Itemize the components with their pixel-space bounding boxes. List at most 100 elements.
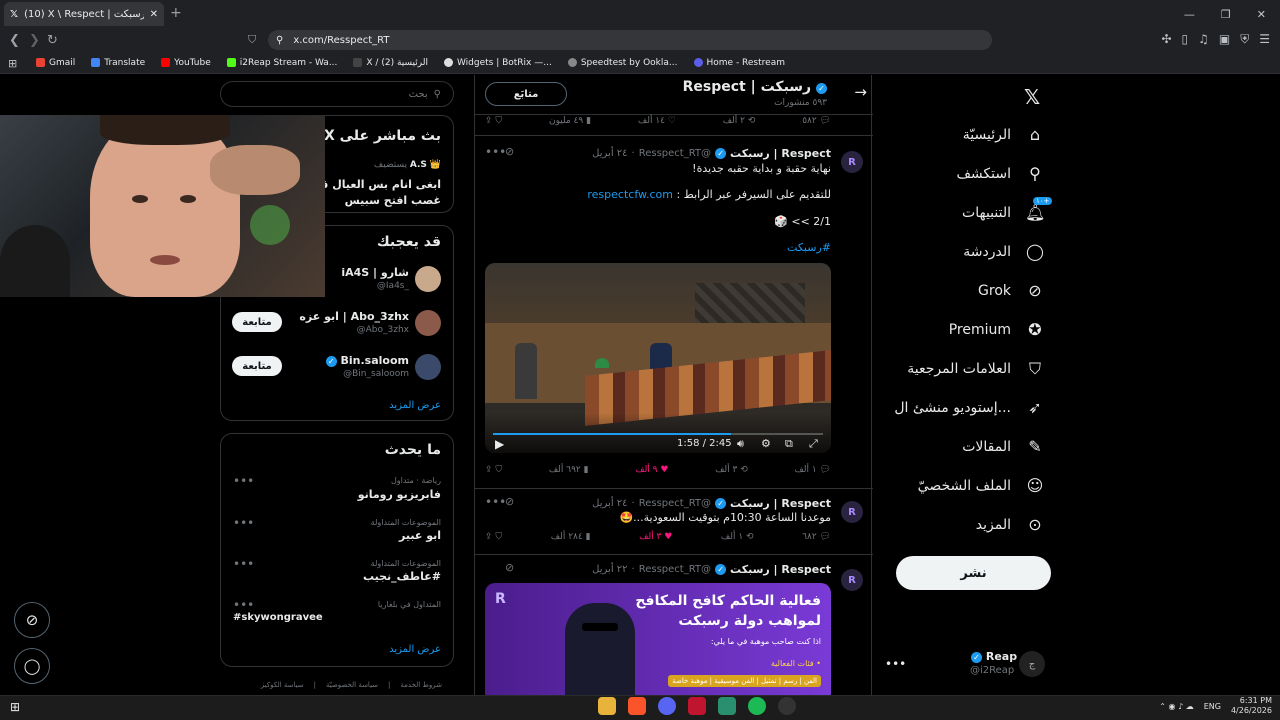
trend-name[interactable]: #عاطف_نجيب xyxy=(363,570,441,583)
hashtag[interactable]: #رسبكت xyxy=(787,241,831,254)
bookmark-page-icon[interactable]: ⛉ xyxy=(248,33,256,47)
bookmark-kick[interactable]: i2Reap Stream - Wa... xyxy=(226,58,337,68)
nav-explore[interactable]: استكشف ⚲ xyxy=(956,164,1045,183)
nav-notifications[interactable]: التنبيهات 🔔︎ ١٠+ xyxy=(962,197,1053,222)
nav-premium[interactable]: Premium ✪ xyxy=(949,320,1045,339)
menu-icon[interactable]: ☰ xyxy=(1259,32,1270,47)
back-icon[interactable]: ❮ xyxy=(9,33,20,48)
close-window-icon[interactable]: ✕ xyxy=(1257,8,1266,21)
trend-more-icon[interactable]: ••• xyxy=(233,474,254,488)
brave-icon[interactable] xyxy=(628,697,646,715)
language-indicator[interactable]: ENG xyxy=(1204,702,1221,711)
app-icon[interactable] xyxy=(688,697,706,715)
show-more-link[interactable]: عرض المزيد xyxy=(389,644,441,655)
nav-more[interactable]: المزيد ⊙ xyxy=(976,515,1045,534)
trend-more-icon[interactable]: ••• xyxy=(233,557,254,571)
account-switcher[interactable]: ••• ✓ Reap @i2Reap ج xyxy=(885,647,1055,687)
bookmark-botrix[interactable]: Widgets | BotRix —... xyxy=(443,58,552,68)
tweet[interactable]: R Respect | رسبكت ✓ @Resspect_RT · ٢٤ أبريل… xyxy=(475,135,873,489)
sidebar-icon[interactable]: ▯ xyxy=(1182,32,1189,47)
restore-icon[interactable]: ❐ xyxy=(1221,8,1231,21)
apps-grid-icon[interactable]: ⊞ xyxy=(8,57,17,70)
nav-studio[interactable]: إستوديو منشئ ال... ➶ xyxy=(894,398,1045,417)
settings-icon[interactable]: ⚙ xyxy=(761,437,771,450)
bookmark-action[interactable]: ⛉ ⇪ xyxy=(485,532,502,542)
follow-button[interactable]: متابعة xyxy=(232,356,282,376)
puzzle-icon[interactable]: ✣ xyxy=(1161,32,1171,47)
play-icon[interactable]: ▶ xyxy=(495,437,504,451)
site-info-icon[interactable]: ⚲ xyxy=(276,35,283,46)
bookmark-gmail[interactable]: Gmail xyxy=(36,58,75,68)
reply-action[interactable]: 💬︎ ٦٨٢ xyxy=(802,532,831,542)
x-logo-icon[interactable]: 𝕏 xyxy=(1024,85,1040,109)
tray-icons[interactable]: ⌃ ◉ ♪ ☁ xyxy=(1159,702,1193,711)
tweet-more-icon[interactable]: ••• xyxy=(485,145,506,159)
tweet-link[interactable]: respectcfw.com xyxy=(587,188,673,201)
clock[interactable]: 6:31 PM 4/26/2026 xyxy=(1231,696,1272,716)
discord-icon[interactable] xyxy=(658,697,676,715)
show-more-link[interactable]: عرض المزيد xyxy=(389,400,441,411)
obs-icon[interactable] xyxy=(778,697,796,715)
messages-float-icon[interactable]: ◯ xyxy=(14,648,50,684)
reply-action[interactable]: 💬︎ ١ ألف xyxy=(794,465,831,475)
trend-more-icon[interactable]: ••• xyxy=(233,598,254,612)
volume-icon[interactable]: 🔊︎ xyxy=(737,437,744,451)
bookmark-speedtest[interactable]: Speedtest by Ookla... xyxy=(567,58,678,68)
bookmark-translate[interactable]: Translate xyxy=(91,58,145,68)
tweet-more-icon[interactable]: ••• xyxy=(485,495,506,509)
forward-icon[interactable]: ❯ xyxy=(29,33,40,48)
like-action[interactable]: ♡ ١٤ ألف xyxy=(638,116,676,126)
trend-name[interactable]: ابو عبير xyxy=(399,529,441,542)
pip-icon[interactable]: ⧉ xyxy=(785,437,793,451)
new-tab-button[interactable]: + xyxy=(170,5,182,21)
address-bar[interactable]: ⚲ x.com/Resspect_RT xyxy=(268,30,992,50)
following-button[interactable]: متابَع xyxy=(485,82,567,106)
spotify-icon[interactable] xyxy=(748,697,766,715)
close-tab-icon[interactable]: ✕ xyxy=(150,9,158,20)
back-arrow-icon[interactable]: → xyxy=(854,83,867,101)
tweet[interactable]: R Respect | رسبكت ✓ @Resspect_RT · ٢٤ أبريل… xyxy=(475,489,873,555)
browser-tab[interactable]: 𝕏 (10) X \ Respect | رسبكت (@Resp ✕ xyxy=(4,2,164,26)
nav-bookmarks[interactable]: العلامات المرجعية ⛉ xyxy=(907,359,1045,379)
bookmark-action[interactable]: ⛉ ⇪ xyxy=(485,116,502,126)
fullscreen-icon[interactable]: ⤢ xyxy=(809,437,818,451)
post-button[interactable]: نشر xyxy=(896,556,1051,590)
repost-action[interactable]: ⟲ ٣ ألف xyxy=(715,465,748,475)
repost-action[interactable]: ⟲ ١ ألف xyxy=(721,532,754,542)
nav-grok[interactable]: Grok ⊘ xyxy=(978,281,1045,300)
bookmark-youtube[interactable]: YouTube xyxy=(161,58,211,68)
grok-icon[interactable]: ⊘ xyxy=(505,561,514,574)
app-2-icon[interactable] xyxy=(718,697,736,715)
grok-icon[interactable]: ⊘ xyxy=(505,145,514,158)
nav-articles[interactable]: المقالات ✎ xyxy=(962,437,1045,456)
video-player[interactable]: ▶ 1:58 / 2:45 🔊︎ ⚙ ⧉ ⤢ xyxy=(485,263,831,453)
more-dots-icon[interactable]: ••• xyxy=(885,657,906,671)
file-explorer-icon[interactable] xyxy=(598,697,616,715)
nav-home[interactable]: الرئيسيّة ⌂ xyxy=(963,125,1045,144)
minimize-icon[interactable]: — xyxy=(1184,8,1195,21)
event-banner-image[interactable]: R فعالية الحاكم كافح المكافح لمواهب دولة… xyxy=(485,583,831,695)
views-action[interactable]: ▮ ٦٩٢ ألف xyxy=(549,465,589,475)
nav-profile[interactable]: الملف الشخصيّ ☺ xyxy=(918,476,1045,495)
views-action[interactable]: ▮ ٤٩ مليون xyxy=(549,116,591,126)
repost-action[interactable]: ⟲ ٢ ألف xyxy=(723,116,756,126)
trend-more-icon[interactable]: ••• xyxy=(233,516,254,530)
shield-icon[interactable]: ⛨ xyxy=(1240,32,1249,47)
bookmark-action[interactable]: ⛉ ⇪ xyxy=(485,465,502,475)
trend-name[interactable]: فابريزيو رومانو xyxy=(358,488,441,501)
search-input[interactable]: بحث ⚲ xyxy=(220,81,454,107)
nav-chat[interactable]: الدردشة ◯ xyxy=(963,242,1045,261)
wallet-icon[interactable]: ▣ xyxy=(1219,32,1230,47)
follow-button[interactable]: متابعة xyxy=(232,312,282,332)
grok-icon[interactable]: ⊘ xyxy=(505,495,514,508)
like-action[interactable]: ♥ ٣ ألف xyxy=(639,532,672,542)
views-action[interactable]: ▮ ٢٨٤ ألف xyxy=(551,532,591,542)
bookmark-x[interactable]: X / الرئيسية (2) xyxy=(353,58,428,68)
bookmark-restream[interactable]: Home - Restream xyxy=(693,58,785,68)
trend-name[interactable]: #skywongravee xyxy=(233,612,323,623)
like-action[interactable]: ♥ ٩ ألف xyxy=(635,465,668,475)
reload-icon[interactable]: ↻ xyxy=(47,33,58,48)
windows-start-icon[interactable]: ⊞ xyxy=(10,700,20,714)
reply-action[interactable]: 💬︎ ٥٨٢ xyxy=(802,116,831,126)
grok-float-icon[interactable]: ⊘ xyxy=(14,602,50,638)
